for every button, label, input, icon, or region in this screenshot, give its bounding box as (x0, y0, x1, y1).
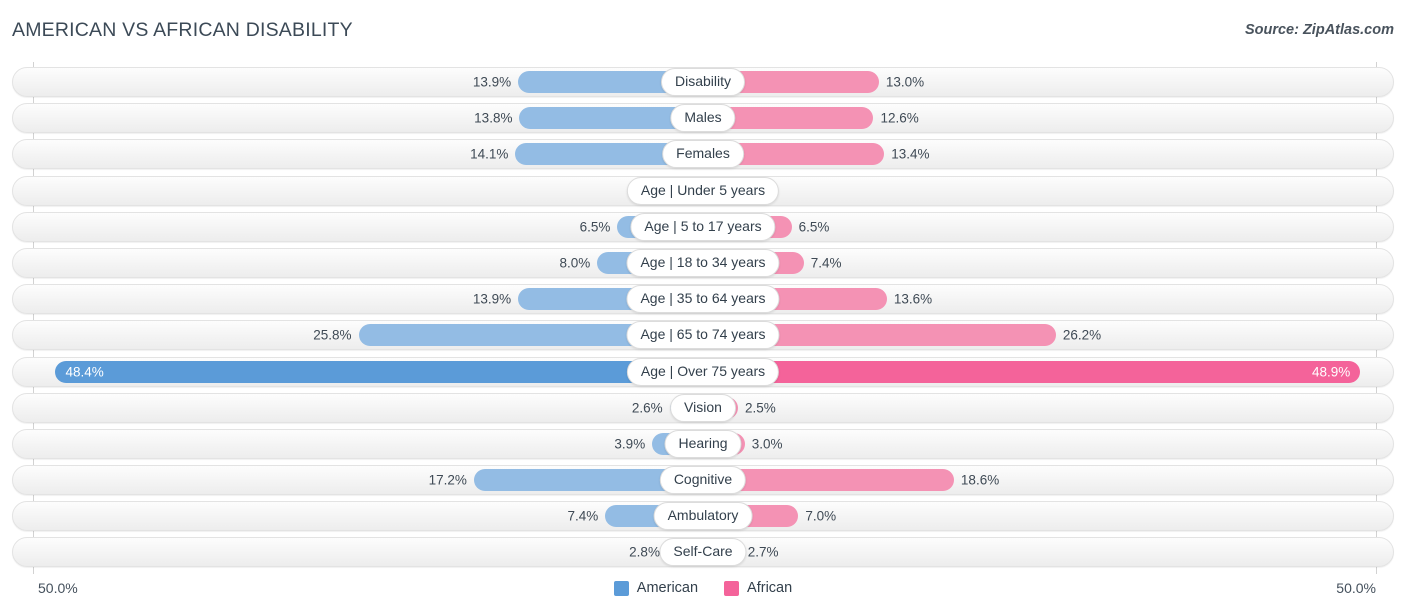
category-label: Hearing (664, 429, 742, 458)
table-row[interactable]: 48.4% 48.9% Age | Over 75 years (12, 356, 1394, 387)
bar-value-african: 18.6% (960, 472, 1000, 488)
bar-value-african: 12.6% (880, 110, 919, 126)
bar-value-african: 13.4% (891, 146, 930, 162)
bar-american: 48.4% (55, 360, 705, 383)
category-label: Age | 35 to 64 years (626, 285, 780, 314)
category-label: Age | Under 5 years (626, 176, 780, 205)
category-label: Vision (670, 393, 736, 422)
bar-value-american: 6.5% (579, 219, 611, 235)
bar-value-american: 2.8% (629, 544, 660, 560)
category-label: Age | 65 to 74 years (626, 321, 780, 350)
bar-value-american: 25.8% (313, 327, 352, 343)
bar-value-american: 8.0% (559, 255, 591, 271)
chart-legend: American African (0, 580, 1406, 596)
bar-african: 48.9% (704, 360, 1361, 383)
bar-value-american: 7.4% (567, 508, 599, 524)
category-label: Age | Over 75 years (626, 357, 780, 386)
chart-header: AMERICAN VS AFRICAN DISABILITY Source: Z… (0, 0, 1406, 58)
source-attribution: Source: ZipAtlas.com (1244, 22, 1394, 38)
category-label: Age | 5 to 17 years (630, 212, 776, 241)
bar-value-american: 3.9% (614, 436, 646, 452)
bar-value-american: 14.1% (470, 146, 509, 162)
table-row[interactable]: 2.6% 2.5% Vision (12, 392, 1394, 423)
category-label: Disability (660, 68, 746, 96)
legend-label: American (636, 580, 699, 596)
bar-value-american: 17.2% (428, 472, 467, 488)
category-label: Cognitive (659, 466, 747, 495)
bar-value-american: 13.9% (472, 291, 512, 307)
chart-plot-area: 13.9% 13.0% Disability 13.8% 12.6% Males 14.1%… (0, 62, 1406, 574)
bar-value-african: 2.7% (747, 544, 779, 560)
table-row[interactable]: 6.5% 6.5% Age | 5 to 17 years (12, 211, 1394, 242)
bar-value-american: 13.8% (474, 110, 513, 126)
bar-value-american: 2.6% (631, 400, 663, 416)
bar-value-american: 13.9% (472, 74, 512, 90)
bar-value-african: 3.0% (751, 436, 783, 452)
legend-item[interactable]: American (613, 580, 699, 596)
bar-row-list: 13.9% 13.0% Disability 13.8% 12.6% Males 14.1%… (12, 67, 1394, 574)
bar-value-african: 26.2% (1062, 327, 1102, 343)
table-row[interactable]: 3.9% 3.0% Hearing (12, 428, 1394, 459)
table-row[interactable]: 7.4% 7.0% Ambulatory (12, 501, 1394, 532)
table-row[interactable]: 25.8% 26.2% Age | 65 to 74 years (12, 320, 1394, 351)
category-label: Ambulatory (653, 502, 753, 531)
bar-value-american: 48.4% (65, 364, 104, 379)
page-title: AMERICAN VS AFRICAN DISABILITY (12, 19, 353, 41)
chart-page: AMERICAN VS AFRICAN DISABILITY Source: Z… (0, 0, 1406, 612)
legend-label: African (747, 580, 793, 596)
category-label: Females (662, 140, 744, 169)
table-row[interactable]: 13.8% 12.6% Males (12, 103, 1394, 134)
bar-value-african: 13.0% (885, 74, 925, 90)
bar-value-african: 7.0% (805, 508, 837, 524)
legend-swatch-icon (613, 580, 629, 596)
category-label: Males (670, 104, 736, 133)
bar-value-african: 13.6% (893, 291, 933, 307)
table-row[interactable]: 2.8% 2.7% Self-Care (12, 537, 1394, 568)
table-row[interactable]: 17.2% 18.6% Cognitive (12, 465, 1394, 496)
table-row[interactable]: 13.9% 13.6% Age | 35 to 64 years (12, 284, 1394, 315)
legend-item[interactable]: African (724, 580, 792, 596)
bar-value-african: 6.5% (798, 219, 830, 235)
category-label: Self-Care (659, 538, 747, 567)
table-row[interactable]: 8.0% 7.4% Age | 18 to 34 years (12, 247, 1394, 278)
table-row[interactable]: 1.9%1.4%Age | Under 5 years (12, 175, 1394, 206)
category-label: Age | 18 to 34 years (626, 248, 780, 277)
bar-value-african: 2.5% (745, 400, 776, 416)
chart-footer: 50.0% 50.0% American African (0, 572, 1406, 612)
legend-swatch-icon (724, 580, 740, 596)
bar-value-african: 48.9% (1311, 364, 1351, 379)
table-row[interactable]: 13.9% 13.0% Disability (12, 67, 1394, 97)
bar-value-african: 7.4% (810, 255, 842, 271)
table-row[interactable]: 14.1% 13.4% Females (12, 139, 1394, 170)
